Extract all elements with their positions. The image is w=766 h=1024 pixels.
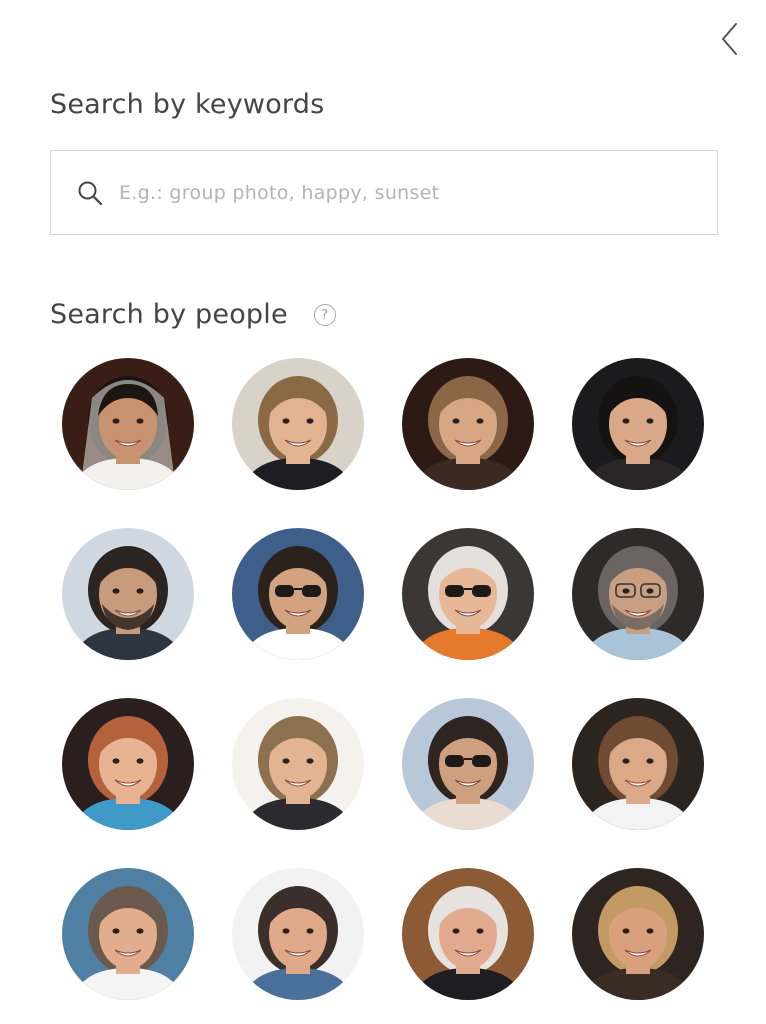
person-photo [572,698,704,830]
person-avatar[interactable] [572,528,704,660]
person-avatar[interactable] [402,358,534,490]
person-photo [402,528,534,660]
person-photo [232,698,364,830]
person-photo [572,528,704,660]
person-photo [402,868,534,1000]
keyword-search-field[interactable] [50,150,718,235]
person-avatar[interactable] [62,868,194,1000]
people-section-title: Search by people ? [50,298,336,332]
person-avatar[interactable] [402,528,534,660]
person-avatar[interactable] [402,698,534,830]
person-photo [232,528,364,660]
people-section-label: Search by people [50,299,288,330]
keyword-search-input[interactable] [117,180,681,205]
person-photo [232,358,364,490]
person-avatar[interactable] [232,868,364,1000]
person-avatar[interactable] [572,358,704,490]
person-avatar[interactable] [232,528,364,660]
person-photo [62,528,194,660]
person-avatar[interactable] [572,698,704,830]
person-photo [572,358,704,490]
person-photo [62,868,194,1000]
person-avatar[interactable] [402,868,534,1000]
person-photo [402,698,534,830]
keywords-section-title: Search by keywords [50,89,325,120]
person-photo [402,358,534,490]
search-icon [78,181,103,205]
person-photo [572,868,704,1000]
person-photo [232,868,364,1000]
person-avatar[interactable] [62,528,194,660]
person-avatar[interactable] [232,698,364,830]
back-button[interactable] [714,20,746,58]
people-grid [62,358,706,1000]
person-avatar[interactable] [232,358,364,490]
chevron-left-icon [722,23,737,55]
person-avatar[interactable] [572,868,704,1000]
person-photo [62,698,194,830]
help-icon[interactable]: ? [313,304,336,326]
person-avatar[interactable] [62,358,194,490]
person-avatar[interactable] [62,698,194,830]
person-photo [62,358,194,490]
